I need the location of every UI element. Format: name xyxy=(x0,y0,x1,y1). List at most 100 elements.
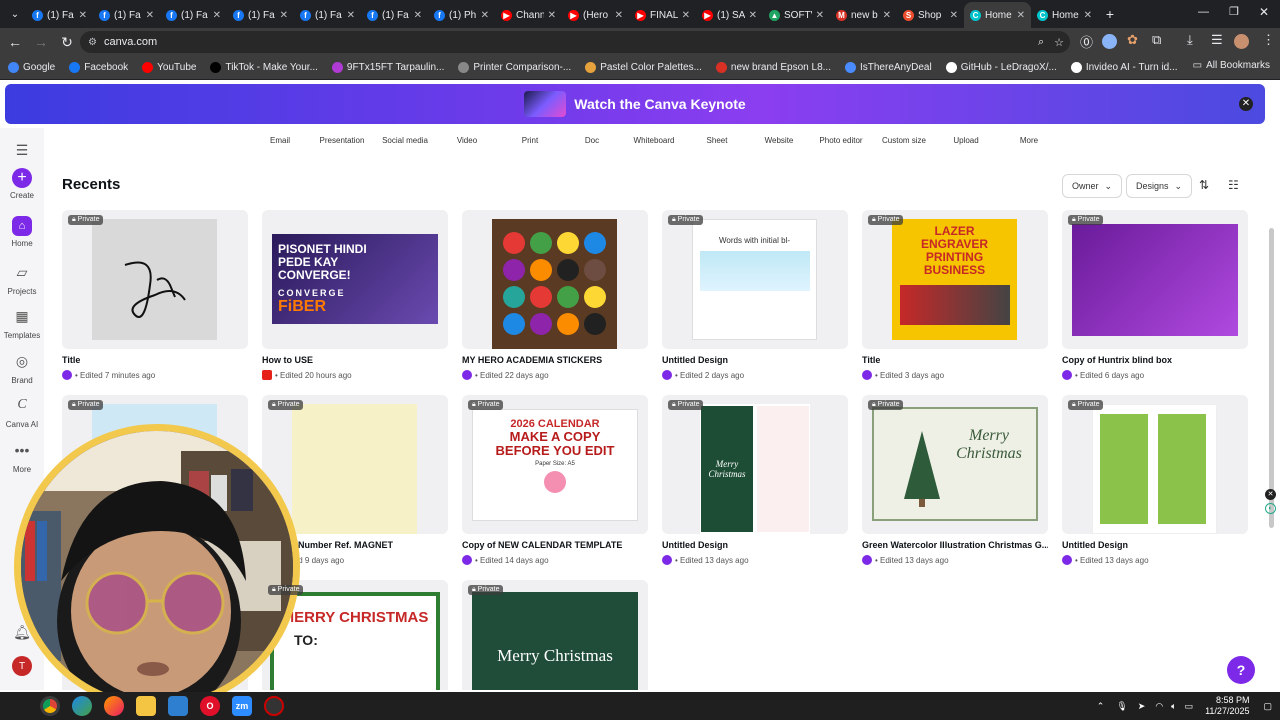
browser-tab[interactable]: f (1) Fa ✕ xyxy=(160,2,227,28)
tab-close-icon[interactable]: ✕ xyxy=(347,10,355,21)
bookmark-item[interactable]: Facebook xyxy=(69,62,128,73)
design-title[interactable]: How to USE xyxy=(262,355,448,365)
tab-close-icon[interactable]: ✕ xyxy=(1084,10,1092,21)
menu-toggle[interactable]: ☰ xyxy=(0,138,44,165)
design-thumbnail[interactable]: 🔒︎ Private xyxy=(62,210,248,349)
sidebar-item-home[interactable]: ⌂ Home xyxy=(0,216,44,248)
bookmark-item[interactable]: new brand Epson L8... xyxy=(715,62,831,73)
help-button[interactable]: ? xyxy=(1227,656,1255,684)
chrome-taskbar-icon[interactable] xyxy=(40,696,60,716)
microphone-icon[interactable]: 🎙︎ xyxy=(1116,701,1127,712)
notification-icon[interactable]: ▢ xyxy=(1263,701,1272,712)
new-tab-button[interactable]: + xyxy=(1098,6,1122,22)
browser-tab[interactable]: f (1) Fa ✕ xyxy=(227,2,294,28)
side-panel-toggle-icon[interactable]: ◐ xyxy=(1265,503,1276,514)
wifi-icon[interactable]: ◠ xyxy=(1155,701,1163,712)
explorer-taskbar-icon[interactable] xyxy=(136,696,156,716)
tab-close-icon[interactable]: ✕ xyxy=(816,10,824,21)
design-thumbnail[interactable]: 🔒︎ Private Merry Christmas xyxy=(462,580,648,690)
obs-taskbar-icon[interactable] xyxy=(264,696,284,716)
bookmark-item[interactable]: YouTube xyxy=(142,62,196,73)
tab-close-icon[interactable]: ✕ xyxy=(615,10,623,21)
tab-close-icon[interactable]: ✕ xyxy=(682,10,690,21)
owner-filter[interactable]: Owner ⌄ xyxy=(1062,174,1122,198)
media-icon[interactable]: ☰ xyxy=(1211,32,1223,48)
reload-icon[interactable]: ↻ xyxy=(54,34,80,51)
design-thumbnail[interactable]: 🔒︎ Private Words with initial bl- xyxy=(662,210,848,349)
design-thumbnail[interactable]: 🔒︎ Private xyxy=(1062,395,1248,534)
browser-tab[interactable]: f (1) Fa ✕ xyxy=(361,2,428,28)
category-print[interactable]: Print xyxy=(522,136,538,145)
tab-close-icon[interactable]: ✕ xyxy=(280,10,288,21)
bookmark-item[interactable]: IsThereAnyDeal xyxy=(844,62,932,73)
zoom-taskbar-icon[interactable]: zm xyxy=(232,696,252,716)
design-thumbnail[interactable]: 🔒︎ Private xyxy=(1062,210,1248,349)
sidebar-item-brand[interactable]: ◎ Brand xyxy=(0,349,44,386)
bookmark-item[interactable]: Google xyxy=(8,62,55,73)
profile-avatar[interactable] xyxy=(1234,34,1249,49)
tab-close-icon[interactable]: ✕ xyxy=(414,10,422,21)
list-view-icon[interactable]: ☷ xyxy=(1228,178,1239,192)
tab-close-icon[interactable]: ✕ xyxy=(749,10,757,21)
browser-tab[interactable]: Mnew b ✕ xyxy=(830,2,897,28)
bookmark-item[interactable]: 9FTx15FT Tarpaulin... xyxy=(331,62,444,73)
close-window-icon[interactable]: ✕ xyxy=(1259,5,1269,19)
restore-icon[interactable]: ❐ xyxy=(1229,5,1239,18)
chevron-up-icon[interactable]: ⌃ xyxy=(1097,701,1105,712)
category-presentation[interactable]: Presentation xyxy=(320,136,365,145)
design-title[interactable]: Green Watercolor Illustration Christmas … xyxy=(862,540,1048,550)
tab-close-icon[interactable]: ✕ xyxy=(1017,10,1025,21)
design-title[interactable]: Untitled Design xyxy=(1062,540,1248,550)
category-video[interactable]: Video xyxy=(457,136,477,145)
location-icon[interactable]: ➤ xyxy=(1138,701,1146,712)
menu-icon[interactable]: ⋮ xyxy=(1262,32,1275,48)
account-button[interactable]: T xyxy=(0,656,44,679)
browser-tab[interactable]: ▶ Chann ✕ xyxy=(495,2,562,28)
type-filter[interactable]: Designs ⌄ xyxy=(1126,174,1192,198)
back-icon[interactable]: ← xyxy=(2,34,28,50)
design-title[interactable]: Title xyxy=(862,355,1048,365)
zoom-icon[interactable]: ⌕ xyxy=(1038,36,1044,49)
minimize-icon[interactable]: — xyxy=(1198,6,1209,18)
download-icon[interactable]: ⤓ xyxy=(1187,32,1193,48)
bookmark-item[interactable]: GitHub - LeDragoX/... xyxy=(945,62,1057,73)
extension-icon[interactable]: ✿ xyxy=(1127,32,1138,48)
browser-tab[interactable]: C Home ✕ xyxy=(964,2,1031,28)
category-sheet[interactable]: Sheet xyxy=(707,136,728,145)
clock[interactable]: 8:58 PM 11/27/2025 xyxy=(1205,695,1249,717)
bookmark-item[interactable]: TikTok - Make Your... xyxy=(210,62,318,73)
firefox-taskbar-icon[interactable] xyxy=(104,696,124,716)
browser-tab[interactable]: f (1) Fa ✕ xyxy=(294,2,361,28)
forward-icon[interactable]: → xyxy=(28,34,54,50)
category-more[interactable]: More xyxy=(1020,136,1038,145)
design-title[interactable]: Untitled Design xyxy=(662,540,848,550)
design-thumbnail[interactable]: 🔒︎ Private xyxy=(262,395,448,534)
design-title[interactable]: MY HERO ACADEMIA STICKERS xyxy=(462,355,648,365)
bookmark-item[interactable]: Pastel Color Palettes... xyxy=(585,62,702,73)
category-photo-editor[interactable]: Photo editor xyxy=(819,136,862,145)
address-bar[interactable]: ⚙ canva.com ⌕ ☆ xyxy=(80,31,1070,53)
scrollbar[interactable] xyxy=(1269,228,1274,528)
extension-icon[interactable]: ⓪ xyxy=(1080,32,1093,51)
category-email[interactable]: Email xyxy=(270,136,290,145)
sidebar-item-projects[interactable]: ▱ Projects xyxy=(0,260,44,297)
design-title[interactable]: Copy of NEW CALENDAR TEMPLATE xyxy=(462,540,648,550)
design-thumbnail[interactable]: PISONET HINDI PEDE KAY CONVERGE! CONVERGE… xyxy=(262,210,448,349)
battery-icon[interactable]: ▭ xyxy=(1185,701,1194,712)
category-upload[interactable]: Upload xyxy=(953,136,978,145)
side-panel-close-icon[interactable]: ✕ xyxy=(1265,489,1276,500)
extension-icon[interactable] xyxy=(1102,34,1117,49)
design-thumbnail[interactable]: 🔒︎ Private 2026 CALENDAR MAKE A COPY BEFOR… xyxy=(462,395,648,534)
bookmark-item[interactable]: Printer Comparison-... xyxy=(458,62,571,73)
tab-close-icon[interactable]: ✕ xyxy=(146,10,154,21)
browser-tab[interactable]: C Home ✕ xyxy=(1031,2,1098,28)
bookmark-item[interactable]: Invideo AI - Turn id... xyxy=(1070,62,1178,73)
tab-close-icon[interactable]: ✕ xyxy=(481,10,489,21)
browser-tab[interactable]: ▶ (1) SA ✕ xyxy=(696,2,763,28)
banner-close-icon[interactable]: ✕ xyxy=(1239,97,1253,111)
sidebar-item-create[interactable]: + Create xyxy=(0,168,44,200)
design-title[interactable]: Copy of Huntrix blind box xyxy=(1062,355,1248,365)
browser-tab[interactable]: ▶ (Hero ✕ xyxy=(562,2,629,28)
tab-close-icon[interactable]: ✕ xyxy=(883,10,891,21)
tab-search-icon[interactable]: ⌄ xyxy=(4,9,26,20)
